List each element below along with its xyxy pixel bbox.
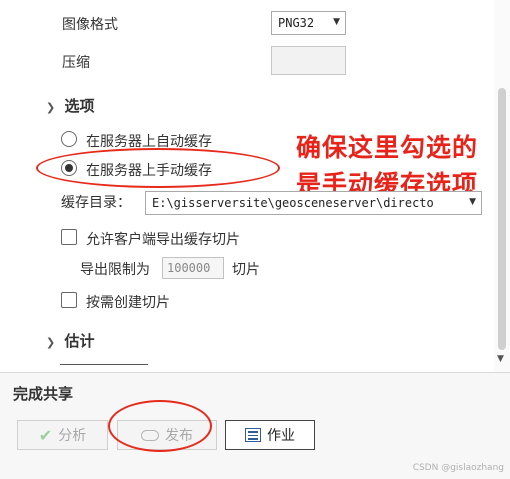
allow-export-checkbox[interactable] xyxy=(61,229,77,245)
estimate-field-edge xyxy=(60,364,148,365)
cache-dir-label: 缓存目录： xyxy=(61,195,131,211)
radio-auto-cache[interactable] xyxy=(61,131,77,147)
on-demand-checkbox[interactable] xyxy=(61,292,77,308)
compression-label: 压缩 xyxy=(62,55,90,71)
scrollbar-thumb[interactable] xyxy=(498,88,506,350)
image-format-value: PNG32 xyxy=(278,16,315,30)
export-limit-input[interactable]: 100000 xyxy=(162,257,224,279)
allow-export-label: 允许客户端导出缓存切片 xyxy=(86,232,240,248)
chevron-down-icon: ❯ xyxy=(46,101,56,114)
export-limit-unit: 切片 xyxy=(232,262,260,278)
chevron-down-icon: ▼ xyxy=(333,17,340,27)
estimate-section-header[interactable]: ❯ 估计 xyxy=(46,330,94,351)
chevron-down-icon: ▼ xyxy=(469,197,476,207)
highlight-ellipse-publish xyxy=(108,400,212,452)
watermark-text: CSDN @gislaozhang xyxy=(412,463,504,473)
annotation-line-1: 确保这里勾选的 xyxy=(296,133,479,162)
sharing-settings-panel: 图像格式 PNG32 ▼ 压缩 ❯ 选项 在服务器上自动缓存 在服务器上手动缓存… xyxy=(0,0,510,372)
finish-sharing-footer: 完成共享 ✔ 分析 发布 作业 CSDN @gislaozhang xyxy=(0,373,510,479)
finish-sharing-title: 完成共享 xyxy=(13,385,74,403)
cache-dir-select[interactable]: E:\gisserversite\geosceneserver\directo … xyxy=(145,191,482,215)
cache-dir-value: E:\gisserversite\geosceneserver\directo xyxy=(152,196,434,210)
image-format-select[interactable]: PNG32 ▼ xyxy=(271,11,346,35)
jobs-button[interactable]: 作业 xyxy=(225,420,315,450)
jobs-button-label: 作业 xyxy=(267,428,295,444)
highlight-ellipse-manual xyxy=(36,148,280,188)
image-format-label: 图像格式 xyxy=(62,17,118,33)
jobs-list-icon xyxy=(245,428,261,442)
estimate-section-title: 估计 xyxy=(64,332,95,350)
options-section-header[interactable]: ❯ 选项 xyxy=(46,95,94,116)
analyze-button[interactable]: ✔ 分析 xyxy=(17,420,108,450)
scroll-down-arrow-icon[interactable]: ▼ xyxy=(497,354,504,364)
compression-input[interactable] xyxy=(271,46,346,75)
on-demand-label: 按需创建切片 xyxy=(86,295,170,311)
check-icon: ✔ xyxy=(38,425,53,445)
export-limit-label: 导出限制为 xyxy=(80,262,150,278)
options-section-title: 选项 xyxy=(64,97,95,115)
chevron-down-icon: ❯ xyxy=(46,336,56,349)
analyze-button-label: 分析 xyxy=(58,428,87,444)
